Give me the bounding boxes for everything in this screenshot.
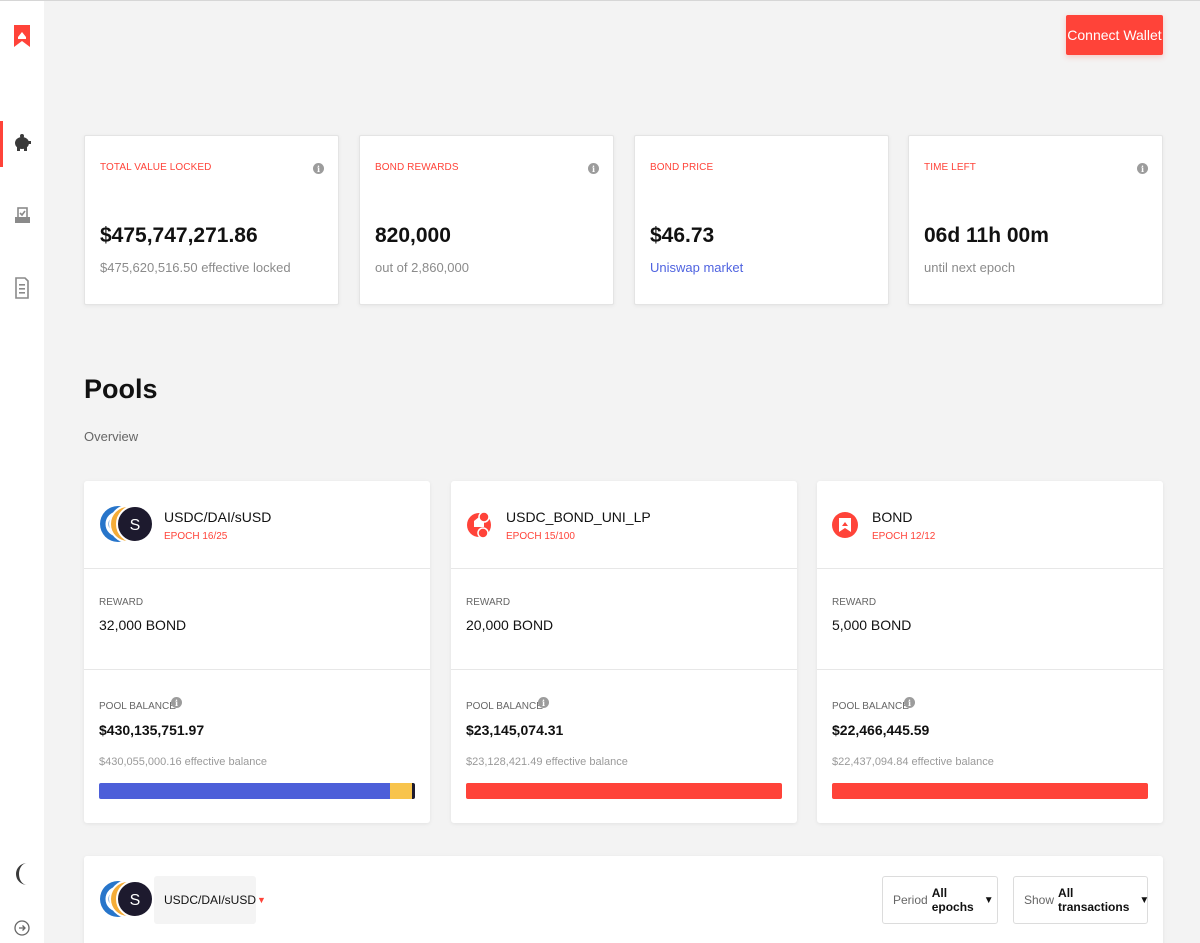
stat-card-time-left: TIME LEFT i 06d 11h 00m until next epoch — [908, 135, 1163, 305]
sidebar — [0, 1, 44, 943]
info-icon[interactable]: i — [313, 163, 324, 174]
pool-reward-section: REWARD 5,000 BOND — [817, 569, 1163, 670]
svg-text:S: S — [130, 892, 141, 909]
pool-card-lp[interactable]: USDC_BOND_UNI_LP EPOCH 15/100 REWARD 20,… — [451, 481, 797, 823]
effective-balance: $430,055,000.16 effective balance — [99, 756, 267, 768]
document-icon — [15, 276, 29, 304]
stat-card-bond-price: BOND PRICE $46.73 Uniswap market — [634, 135, 889, 305]
dai-bar-segment — [389, 783, 413, 799]
pool-balance-value: $22,466,445.59 — [832, 722, 930, 738]
period-value: All epochs — [931, 886, 974, 914]
info-icon[interactable]: i — [171, 697, 182, 708]
pool-balance-bar — [832, 783, 1148, 799]
usdc-bar-segment — [99, 783, 390, 799]
top-divider — [0, 0, 1200, 1]
piggy-bank-icon — [13, 133, 31, 156]
pool-select-value: USDC/DAI/sUSD — [164, 893, 257, 907]
info-icon[interactable]: i — [1137, 163, 1148, 174]
effective-balance: $22,437,094.84 effective balance — [832, 756, 994, 768]
pool-epoch: EPOCH 16/25 — [164, 531, 228, 542]
vote-box-icon — [14, 207, 31, 229]
period-dropdown[interactable]: Period All epochs ▼ — [882, 876, 998, 924]
stat-sub: out of 2,860,000 — [375, 260, 469, 275]
transactions-card: S USDC/DAI/sUSD ▼ Period All epochs ▼ Sho… — [84, 856, 1163, 943]
pool-epoch: EPOCH 12/12 — [872, 531, 936, 542]
logout-icon — [14, 919, 30, 941]
stat-value: 06d 11h 00m — [924, 224, 1049, 247]
info-icon[interactable]: i — [588, 163, 599, 174]
theme-toggle-button[interactable] — [0, 862, 44, 891]
stat-value: $475,747,271.86 — [100, 224, 258, 247]
sidebar-item-pools[interactable] — [0, 131, 44, 157]
pool-balance-label: POOL BALANCE — [466, 701, 543, 712]
bond-bar-segment — [832, 783, 1148, 799]
period-label: Period — [893, 893, 928, 907]
susd-icon: S — [116, 880, 154, 918]
pool-card-header: S USDC/DAI/sUSD EPOCH 16/25 — [84, 481, 430, 569]
page-subtitle: Overview — [84, 429, 139, 444]
pool-balance-value: $23,145,074.31 — [466, 722, 564, 738]
caret-down-icon: ▼ — [257, 895, 266, 905]
pool-name: USDC_BOND_UNI_LP — [506, 509, 651, 525]
reward-value: 5,000 BOND — [832, 617, 912, 633]
pool-balance-bar — [99, 783, 415, 799]
stat-label: TOTAL VALUE LOCKED — [100, 162, 212, 173]
reward-label: REWARD — [466, 597, 511, 608]
pool-card-stable[interactable]: S USDC/DAI/sUSD EPOCH 16/25 REWARD 32,00… — [84, 481, 430, 823]
stat-sub: $475,620,516.50 effective locked — [100, 260, 291, 275]
connect-wallet-button[interactable]: Connect Wallet — [1066, 15, 1163, 55]
uniswap-market-link[interactable]: Uniswap market — [650, 260, 743, 275]
stat-value: $46.73 — [650, 224, 715, 247]
sidebar-item-docs[interactable] — [0, 276, 44, 304]
info-icon[interactable]: i — [904, 697, 915, 708]
show-value: All transactions — [1058, 886, 1130, 914]
pool-select-dropdown[interactable]: USDC/DAI/sUSD ▼ — [154, 876, 266, 924]
pool-name: USDC/DAI/sUSD — [164, 509, 272, 525]
pool-balance-label: POOL BALANCE — [99, 701, 176, 712]
svg-text:S: S — [130, 517, 141, 534]
effective-balance: $23,128,421.49 effective balance — [466, 756, 628, 768]
triangle-down-icon: ▼ — [1139, 894, 1150, 906]
pool-name: BOND — [872, 509, 913, 525]
bond-usdc-lp-icon — [466, 507, 492, 543]
susd-bar-segment — [412, 783, 415, 799]
show-dropdown[interactable]: Show All transactions ▼ — [1013, 876, 1150, 924]
stat-card-bond-rewards: BOND REWARDS i 820,000 out of 2,860,000 — [359, 135, 614, 305]
reward-label: REWARD — [832, 597, 877, 608]
bond-token-icon — [832, 507, 858, 543]
logout-button[interactable] — [0, 919, 44, 941]
reward-label: REWARD — [99, 597, 144, 608]
pool-balance-label: POOL BALANCE — [832, 701, 909, 712]
lp-bar-segment — [466, 783, 782, 799]
pool-balance-bar — [466, 783, 782, 799]
stat-label: BOND PRICE — [650, 162, 714, 173]
stat-card-tvl: TOTAL VALUE LOCKED i $475,747,271.86 $47… — [84, 135, 339, 305]
stat-label: BOND REWARDS — [375, 162, 459, 173]
show-label: Show — [1024, 893, 1055, 907]
page-title: Pools — [84, 374, 158, 404]
barnbridge-logo-icon[interactable] — [0, 23, 44, 49]
stat-sub: until next epoch — [924, 260, 1016, 275]
pool-reward-section: REWARD 32,000 BOND — [84, 569, 430, 670]
reward-value: 20,000 BOND — [466, 617, 554, 633]
pool-reward-section: REWARD 20,000 BOND — [451, 569, 797, 670]
pool-card-header: USDC_BOND_UNI_LP EPOCH 15/100 — [451, 481, 797, 569]
stat-value: 820,000 — [375, 224, 451, 247]
pool-card-bond[interactable]: BOND EPOCH 12/12 REWARD 5,000 BOND POOL … — [817, 481, 1163, 823]
pool-epoch: EPOCH 15/100 — [506, 531, 575, 542]
pool-balance-value: $430,135,751.97 — [99, 722, 205, 738]
pool-card-header: BOND EPOCH 12/12 — [817, 481, 1163, 569]
reward-value: 32,000 BOND — [99, 617, 187, 633]
susd-icon: S — [116, 505, 154, 543]
triangle-down-icon: ▼ — [983, 894, 994, 906]
info-icon[interactable]: i — [538, 697, 549, 708]
stat-label: TIME LEFT — [924, 162, 977, 173]
sidebar-item-governance[interactable] — [0, 205, 44, 231]
moon-icon — [13, 862, 31, 891]
